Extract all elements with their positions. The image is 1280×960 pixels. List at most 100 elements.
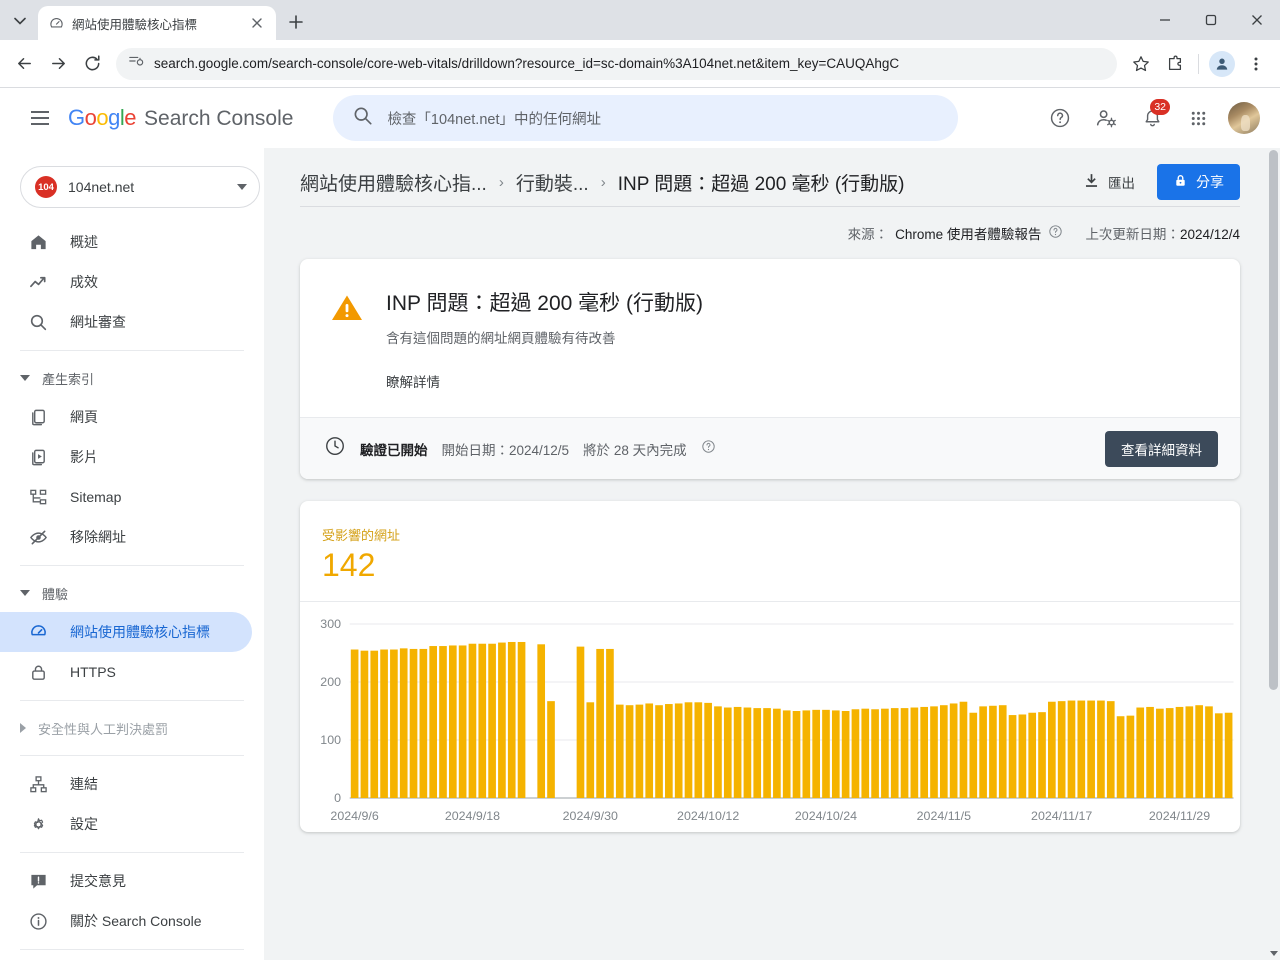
google-logo: Google	[68, 105, 137, 130]
warning-icon	[330, 291, 364, 391]
validation-start: 開始日期：2024/12/5	[441, 442, 570, 458]
browser-tab[interactable]: 網站使用體驗核心指標	[38, 6, 276, 40]
sidebar-item-videos[interactable]: 影片	[0, 437, 252, 477]
sidebar-label: 提交意見	[70, 873, 126, 889]
app-header: Google Search Console 檢查「104net.net」中的任何…	[0, 88, 1280, 148]
breadcrumb-item-0[interactable]: 網站使用體驗核心指...	[300, 169, 487, 196]
minimize-button[interactable]	[1142, 0, 1188, 40]
property-selector[interactable]: 104 104net.net	[20, 166, 260, 208]
search-icon	[353, 106, 373, 131]
breadcrumb-item-1[interactable]: 行動裝...	[516, 169, 589, 196]
help-circle-icon[interactable]	[701, 439, 716, 459]
search-icon	[28, 312, 48, 332]
speedometer-icon	[28, 622, 48, 642]
profile-button[interactable]	[1206, 48, 1238, 80]
sidebar-item-https[interactable]: HTTPS	[0, 652, 252, 692]
share-button[interactable]: 分享	[1157, 164, 1240, 200]
help-icon[interactable]	[1040, 98, 1080, 138]
sidebar-item-core-web-vitals[interactable]: 網站使用體驗核心指標	[0, 612, 252, 652]
updated-value: 2024/12/4	[1179, 227, 1240, 242]
main-content: 網站使用體驗核心指... › 行動裝... › INP 問題：超過 200 毫秒…	[264, 148, 1280, 960]
sidebar-item-performance[interactable]: 成效	[0, 262, 252, 302]
sidebar-label: Sitemap	[70, 489, 122, 505]
source-label: 來源：	[847, 227, 889, 242]
search-input[interactable]: 檢查「104net.net」中的任何網址	[333, 95, 959, 141]
new-tab-button[interactable]	[282, 8, 310, 36]
scroll-down-arrow-icon[interactable]	[1270, 951, 1278, 956]
user-avatar[interactable]	[1224, 98, 1264, 138]
gear-icon	[28, 814, 48, 834]
issue-body: INP 問題：超過 200 毫秒 (行動版) 含有這個問題的網址網頁體驗有待改善…	[300, 259, 1240, 417]
export-button[interactable]: 匯出	[1075, 166, 1143, 198]
sidebar-label: 網站使用體驗核心指標	[70, 624, 210, 640]
sidebar-item-pages[interactable]: 網頁	[0, 397, 252, 437]
sidebar-divider	[20, 755, 244, 756]
issue-subtitle: 含有這個問題的網址網頁體驗有待改善	[386, 331, 616, 346]
sidebar-item-sitemap[interactable]: Sitemap	[0, 477, 252, 517]
speedometer-icon	[48, 15, 64, 31]
account-settings-icon[interactable]	[1086, 98, 1126, 138]
tab-search-chevron-icon[interactable]	[6, 7, 34, 35]
svg-text:200: 200	[320, 676, 341, 689]
reload-button[interactable]	[76, 48, 108, 80]
chart-svg: 0 100 200 300 2024/9/6 2024/9/18 2024/9/30 2024…	[320, 618, 1234, 823]
extensions-icon[interactable]	[1159, 48, 1191, 80]
site-info-icon[interactable]	[128, 53, 144, 74]
affected-urls-chart[interactable]: 0 100 200 300 2024/9/6 2024/9/18 2024/9/30 2024…	[300, 602, 1240, 832]
maximize-button[interactable]	[1188, 0, 1234, 40]
sidebar-item-about[interactable]: 關於 Search Console	[0, 901, 252, 941]
forward-button[interactable]	[42, 48, 74, 80]
share-label: 分享	[1196, 174, 1224, 190]
svg-text:100: 100	[320, 734, 341, 747]
page-actions: 匯出 分享	[1075, 164, 1240, 200]
sidebar-item-overview[interactable]: 概述	[0, 222, 252, 262]
sidebar-label: 影片	[70, 449, 98, 465]
notifications-icon[interactable]: 32	[1132, 98, 1172, 138]
help-circle-icon[interactable]	[1048, 224, 1063, 242]
source-value: Chrome 使用者體驗報告	[895, 227, 1042, 242]
browser-toolbar: search.google.com/search-console/core-we…	[0, 40, 1280, 88]
learn-more-link[interactable]: 瞭解詳情	[386, 371, 1210, 391]
chrome-menu-icon[interactable]	[1240, 48, 1272, 80]
property-name: 104net.net	[68, 179, 135, 195]
validation-eta: 將於 28 天內完成	[583, 442, 687, 458]
close-icon[interactable]	[248, 14, 266, 32]
sidebar-item-feedback[interactable]: 提交意見	[0, 861, 252, 901]
sidebar-item-removals[interactable]: 移除網址	[0, 517, 252, 557]
svg-text:2024/11/29: 2024/11/29	[1149, 810, 1211, 823]
property-icon: 104	[35, 176, 57, 198]
page-scrollbar[interactable]	[1266, 148, 1280, 960]
sidebar-group-security[interactable]: 安全性與人工判決處罰	[0, 709, 264, 747]
last-updated: 上次更新日期：2024/12/4	[1085, 223, 1240, 243]
address-bar[interactable]: search.google.com/search-console/core-we…	[116, 47, 1117, 80]
sidebar-item-url-inspection[interactable]: 網址審查	[0, 302, 252, 342]
google-apps-icon[interactable]	[1178, 98, 1218, 138]
app-body: 104 104net.net 概述 成效 網址審查 產生索引 網頁 影片 Sit…	[0, 148, 1280, 960]
chart-metric-label: 受影響的網址	[322, 528, 401, 543]
scrollbar-thumb[interactable]	[1269, 150, 1278, 690]
menu-hamburger-icon[interactable]	[20, 98, 60, 138]
sidebar-label: 移除網址	[70, 529, 126, 545]
issue-title: INP 問題：超過 200 毫秒 (行動版)	[386, 292, 703, 315]
sidebar-group-indexing[interactable]: 產生索引	[0, 359, 264, 397]
svg-text:2024/10/12: 2024/10/12	[677, 810, 740, 823]
sidebar-divider	[20, 565, 244, 566]
sidebar-group-label: 產生索引	[42, 371, 95, 387]
sidebar-label: 網址審查	[70, 314, 126, 330]
bookmark-star-icon[interactable]	[1125, 48, 1157, 80]
close-window-button[interactable]	[1234, 0, 1280, 40]
sidebar-divider	[20, 949, 244, 950]
svg-text:2024/10/24: 2024/10/24	[795, 810, 858, 823]
sidebar-group-label: 安全性與人工判決處罰	[38, 721, 169, 737]
sidebar-item-settings[interactable]: 設定	[0, 804, 252, 844]
trending-up-icon	[28, 272, 48, 292]
app-brand: Google Search Console	[68, 105, 293, 131]
issue-card: INP 問題：超過 200 毫秒 (行動版) 含有這個問題的網址網頁體驗有待改善…	[300, 259, 1240, 479]
svg-text:2024/9/6: 2024/9/6	[330, 810, 379, 823]
info-icon	[28, 911, 48, 931]
svg-text:0: 0	[334, 792, 341, 805]
back-button[interactable]	[8, 48, 40, 80]
sidebar-group-experience[interactable]: 體驗	[0, 574, 264, 612]
sidebar-item-links[interactable]: 連結	[0, 764, 252, 804]
view-details-button[interactable]: 查看詳細資料	[1105, 430, 1218, 467]
